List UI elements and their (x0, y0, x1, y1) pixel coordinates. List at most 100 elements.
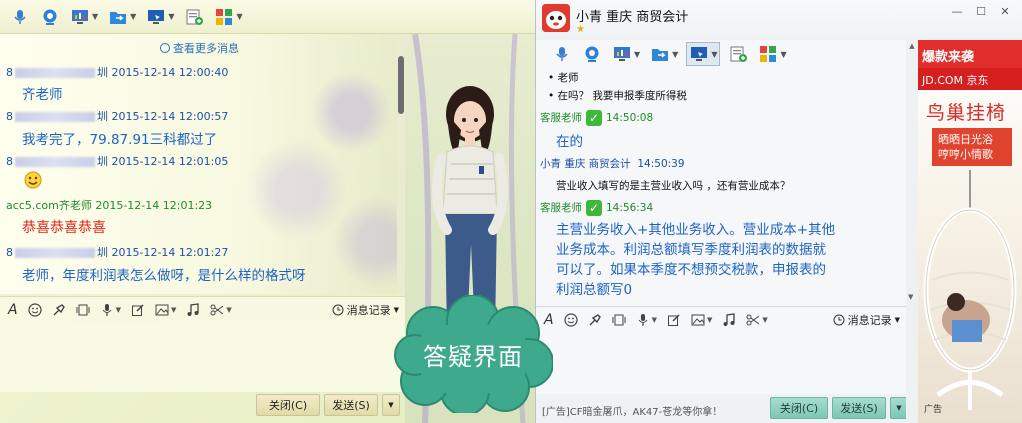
dropdown-caret-icon[interactable]: ▼ (652, 316, 657, 324)
jd-advertisement[interactable]: 爆款来袭 JD.COM 京东 鸟巢挂椅 晒晒日光浴 哼哼小情歌 广告 (918, 40, 1022, 423)
ad-title: 鸟巢挂椅 (926, 102, 1007, 124)
ad-subtitle-line: 晒晒日光浴 (938, 133, 993, 146)
more-messages-label: 查看更多消息 (173, 42, 239, 55)
dropdown-caret-icon[interactable]: ▼ (707, 316, 712, 324)
message-text: 齐老师 (22, 87, 63, 103)
nudge-icon[interactable] (588, 313, 602, 327)
screen-chart-icon (614, 47, 630, 61)
left-scrollbar[interactable] (397, 34, 405, 294)
message-line: 主营业务收入+其他业务收入。营业成本+其他 (556, 222, 836, 238)
doc-plus-icon (186, 9, 204, 25)
send-file-button[interactable]: ▼ (648, 42, 680, 66)
folder-arrow-icon (652, 49, 669, 61)
video-button[interactable] (580, 42, 604, 66)
dropdown-caret-icon[interactable]: ▼ (116, 306, 121, 314)
dropdown-caret-icon: ▼ (896, 404, 902, 412)
contact-avatar[interactable] (542, 4, 570, 32)
share-screen-button[interactable]: ▼ (68, 5, 100, 29)
message-header: acc5.com齐老师 2015-12-14 12:01:23 (6, 199, 213, 212)
edit-icon[interactable] (667, 313, 681, 327)
right-action-buttons: 关闭(C) 发送(S) ▼ (770, 397, 908, 419)
message-header: 8 圳 2015-12-14 12:00:40 (6, 64, 228, 80)
remote-assist-button[interactable]: ▼ (144, 5, 176, 29)
apps-button[interactable]: ▼ (756, 42, 788, 66)
message-history-button[interactable]: 消息记录 ▼ (833, 312, 900, 328)
qa-interface-badge: 答疑界面 (393, 294, 554, 416)
message-line: • 在吗？ 我要申报季度所得税 (548, 90, 687, 102)
scroll-thumb[interactable] (398, 56, 404, 114)
music-icon[interactable] (722, 312, 736, 327)
microphone-icon (14, 9, 26, 24)
message-text: 在吗？ 我要申报季度所得税 (557, 90, 687, 102)
edit-icon[interactable] (131, 303, 145, 317)
screen-chart-icon (72, 9, 88, 24)
message-header: 小青 重庆 商贸会计 14:50:39 (540, 156, 685, 171)
dropdown-caret-icon: ▼ (634, 49, 641, 59)
ad-link[interactable]: [广告]CF暗金屠爪，AK47-苍龙等你拿！ (542, 403, 722, 418)
voice-button[interactable] (550, 42, 574, 66)
emoji-icon[interactable] (563, 312, 578, 327)
create-discussion-button[interactable] (182, 5, 206, 29)
scissors-icon[interactable] (210, 303, 224, 317)
redacted-name (15, 112, 95, 122)
voice-button[interactable] (8, 5, 32, 29)
image-icon[interactable] (155, 303, 169, 317)
video-button[interactable] (38, 5, 62, 29)
close-window-button[interactable]: ✕ (994, 4, 1016, 20)
left-message-input[interactable] (0, 322, 405, 392)
webcam-icon (43, 9, 57, 25)
hanging-chair-image (923, 170, 1017, 410)
message-text: 恭喜恭喜恭喜 (22, 220, 106, 236)
dropdown-caret-icon[interactable]: ▼ (226, 306, 231, 314)
more-messages-link[interactable]: 查看更多消息 (160, 40, 239, 56)
message-time: 14:50:08 (606, 112, 654, 124)
video-clip-icon[interactable] (612, 313, 626, 327)
video-clip-icon[interactable] (76, 303, 90, 317)
maximize-button[interactable]: ☐ (970, 4, 992, 20)
right-input-toolbar: A ▼ ▼ ▼ 消息记录 ▼ (536, 306, 906, 332)
right-chat-window: 小青 重庆 商贸会计 ★ — ☐ ✕ ▼ ▼ ▼ ▼ • 老师 • 在吗？ 我要… (535, 0, 1022, 423)
music-icon[interactable] (186, 302, 200, 317)
send-button[interactable]: 发送(S) (832, 397, 886, 419)
message-time: 圳 2015-12-14 12:01:27 (97, 246, 229, 259)
left-toolbar: ▼ ▼ ▼ ▼ (0, 0, 535, 34)
close-button[interactable]: 关闭(C) (770, 397, 828, 419)
dropdown-caret-icon[interactable]: ▼ (171, 306, 176, 314)
image-icon[interactable] (691, 313, 705, 327)
contact-name: 小青 重庆 商贸会计 (576, 10, 689, 25)
scissors-icon[interactable] (746, 313, 760, 327)
font-button[interactable]: A (8, 302, 18, 318)
scroll-down-arrow[interactable]: ▼ (908, 293, 913, 301)
verified-check-icon: ✓ (586, 200, 602, 216)
dropdown-caret-icon[interactable]: ▼ (762, 316, 767, 324)
remote-assist-button[interactable]: ▼ (686, 42, 721, 66)
microphone-icon[interactable] (100, 303, 114, 317)
send-button[interactable]: 发送(S) (324, 394, 378, 416)
message-header: 客服老师 ✓ 14:50:08 (540, 110, 653, 126)
sender-name: 客服老师 (540, 112, 582, 124)
dropdown-caret-icon: ▼ (894, 315, 900, 324)
message-history-button[interactable]: 消息记录 ▼ (332, 302, 399, 318)
apps-button[interactable]: ▼ (212, 5, 244, 29)
dropdown-caret-icon: ▼ (711, 49, 718, 59)
right-message-input[interactable] (536, 332, 906, 394)
scroll-up-arrow[interactable]: ▲ (906, 40, 918, 50)
create-discussion-button[interactable] (726, 42, 750, 66)
message-line: 可以了。如果本季度不想预交税款，申报表的 (556, 262, 826, 278)
left-action-buttons: 关闭(C) 发送(S) ▼ (256, 394, 400, 416)
microphone-icon[interactable] (636, 313, 650, 327)
share-screen-button[interactable]: ▼ (610, 42, 642, 66)
close-button[interactable]: 关闭(C) (256, 394, 320, 416)
right-scrollbar[interactable]: ▲ ▼ (906, 40, 918, 423)
left-message-area: 查看更多消息 8 圳 2015-12-14 12:00:40 齐老师 8 圳 201… (0, 34, 405, 294)
message-text: 我考完了，79.87.91三科都过了 (22, 132, 218, 148)
send-file-button[interactable]: ▼ (106, 5, 138, 29)
nudge-icon[interactable] (52, 303, 66, 317)
ad-subtitle: 晒晒日光浴 哼哼小情歌 (932, 128, 1012, 166)
history-label: 消息记录 (847, 313, 892, 327)
minimize-button[interactable]: — (946, 4, 968, 20)
clock-icon (332, 304, 344, 315)
emoji-icon[interactable] (27, 302, 42, 317)
message-header: 客服老师 ✓ 14:56:34 (540, 200, 653, 216)
history-label: 消息记录 (346, 303, 391, 317)
